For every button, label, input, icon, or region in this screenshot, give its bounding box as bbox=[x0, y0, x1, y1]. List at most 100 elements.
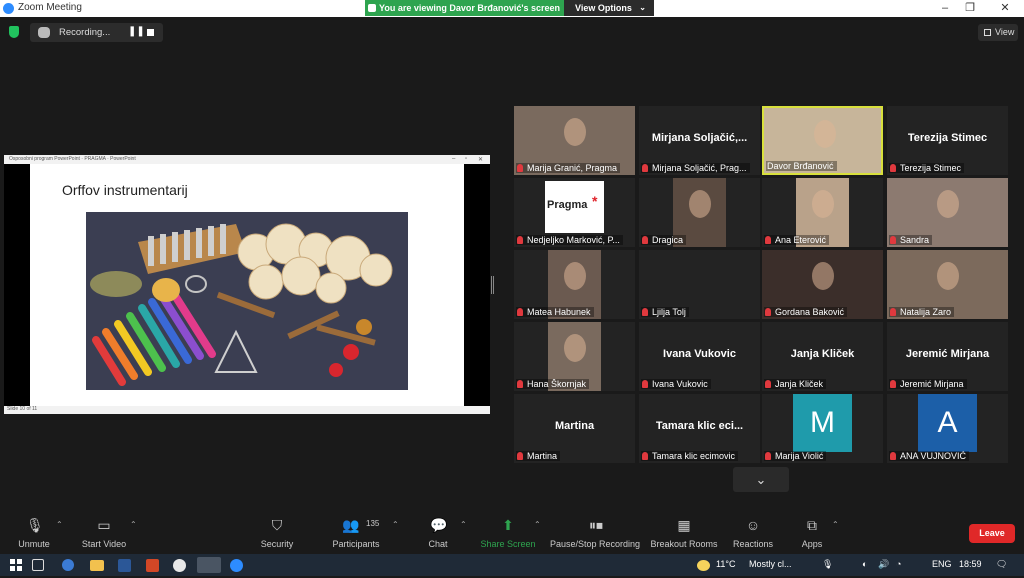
share-caret-icon[interactable]: ⌃ bbox=[534, 520, 541, 529]
breakout-rooms-button[interactable]: ▦ Breakout Rooms bbox=[650, 512, 718, 554]
participant-name: Mirjana Soljačić, Prag... bbox=[652, 163, 747, 173]
apps-button[interactable]: ⧉ Apps bbox=[796, 512, 828, 554]
chat-button[interactable]: 💬 Chat bbox=[422, 512, 454, 554]
participant-nameplate: Mirjana Soljačić, Prag... bbox=[641, 163, 750, 173]
slide-number: Slide 10 of 11 bbox=[7, 406, 38, 412]
microphone-tray-icon[interactable]: 🎙 bbox=[822, 559, 833, 570]
participant-display-name: Martina bbox=[554, 420, 595, 432]
language-indicator[interactable]: ENG bbox=[932, 559, 952, 569]
reactions-icon: ☺ bbox=[745, 517, 761, 533]
participant-tile[interactable]: Hana Škornjak bbox=[514, 322, 635, 391]
participant-tile[interactable]: Natalija Zaro bbox=[887, 250, 1008, 319]
participant-tile[interactable]: Tamara klic eci... Tamara klic ecimovic bbox=[639, 394, 760, 463]
view-options-button[interactable]: View Options ⌄ bbox=[564, 0, 654, 16]
participant-face bbox=[811, 190, 834, 218]
muted-mic-icon bbox=[890, 308, 896, 316]
tray-status-icon[interactable]: ◐ bbox=[862, 559, 867, 569]
participant-tile[interactable]: Janja Kliček Janja Kliček bbox=[762, 322, 883, 391]
task-view-icon[interactable] bbox=[32, 559, 44, 571]
participant-face bbox=[563, 262, 586, 290]
weather-temp[interactable]: 11°C bbox=[716, 559, 735, 569]
participant-tile[interactable]: Matea Habunek bbox=[514, 250, 635, 319]
chevron-down-icon: ⌄ bbox=[639, 3, 646, 12]
pp-restore-icon: ▫ bbox=[465, 156, 468, 162]
participant-nameplate: Marija Granić, Pragma bbox=[516, 163, 621, 173]
participants-button[interactable]: 👥 135 Participants bbox=[328, 512, 384, 554]
restore-icon[interactable]: ❐ bbox=[960, 1, 980, 15]
participant-tile[interactable]: Marija Granić, Pragma bbox=[514, 106, 635, 175]
close-icon[interactable]: ✕ bbox=[995, 1, 1015, 15]
apps-caret-icon[interactable]: ⌃ bbox=[832, 520, 839, 529]
participant-tile[interactable]: Ivana Vukovic Ivana Vukovic bbox=[639, 322, 760, 391]
chrome-icon[interactable] bbox=[173, 559, 186, 572]
pragma-star-icon: * bbox=[592, 193, 598, 209]
participant-tile[interactable]: A ANA VUJNOVIĆ bbox=[887, 394, 1008, 463]
powerpoint-icon[interactable] bbox=[146, 559, 159, 572]
minimize-icon[interactable]: – bbox=[935, 1, 955, 15]
panel-splitter[interactable] bbox=[491, 276, 494, 294]
windows-start-icon[interactable] bbox=[8, 557, 24, 573]
volume-icon[interactable]: 🔊 bbox=[878, 559, 889, 570]
participant-nameplate: Marija Violić bbox=[764, 451, 827, 461]
screen-share-icon bbox=[368, 4, 376, 12]
encryption-shield-icon[interactable] bbox=[9, 26, 19, 38]
notifications-icon[interactable]: 🗨 bbox=[996, 559, 1007, 570]
security-button[interactable]: ⛉ Security bbox=[256, 512, 298, 554]
participant-avatar: M bbox=[793, 394, 852, 452]
participant-nameplate: ANA VUJNOVIĆ bbox=[889, 451, 970, 461]
participant-tile[interactable]: Martina Martina bbox=[514, 394, 635, 463]
participant-face bbox=[811, 262, 834, 290]
participant-tile[interactable]: Ljilja Tolj bbox=[639, 250, 760, 319]
participant-name: Matea Habunek bbox=[527, 307, 591, 317]
participants-caret-icon[interactable]: ⌃ bbox=[392, 520, 399, 529]
participant-tile[interactable]: M Marija Violić bbox=[762, 394, 883, 463]
zoom-app-icon bbox=[3, 3, 14, 14]
reactions-button[interactable]: ☺ Reactions bbox=[730, 512, 776, 554]
stop-recording-icon[interactable] bbox=[147, 29, 154, 36]
unmute-button[interactable]: 🎙 Unmute bbox=[14, 512, 54, 554]
participant-tile[interactable]: Pragma * Nedjeljko Marković, P... bbox=[514, 178, 635, 247]
participant-tile[interactable]: Terezija Stimec Terezija Stimec bbox=[887, 106, 1008, 175]
slide: Orffov instrumentarij bbox=[30, 164, 464, 406]
pause-recording-icon[interactable]: ❚❚ bbox=[128, 26, 145, 37]
participant-name: ANA VUJNOVIĆ bbox=[900, 451, 967, 461]
video-options-caret-icon[interactable]: ⌃ bbox=[130, 520, 137, 529]
share-screen-button[interactable]: ⬆ Share Screen bbox=[480, 512, 536, 554]
weather-desc[interactable]: Mostly cl... bbox=[749, 559, 792, 569]
word-icon[interactable] bbox=[118, 559, 131, 572]
zoom-icon[interactable] bbox=[230, 559, 243, 572]
pause-stop-recording-button[interactable]: ⏸⏹ Pause/Stop Recording bbox=[550, 512, 640, 554]
leave-button[interactable]: Leave bbox=[969, 524, 1015, 543]
window-title: Zoom Meeting bbox=[18, 2, 82, 13]
participant-name: Gordana Baković bbox=[775, 307, 845, 317]
recording-indicator: Recording... ❚❚ bbox=[30, 23, 163, 42]
weather-icon[interactable] bbox=[697, 560, 710, 571]
participant-tile[interactable]: Mirjana Soljačić,... Mirjana Soljačić, Pr… bbox=[639, 106, 760, 175]
start-video-button[interactable]: ▭ Start Video bbox=[78, 512, 130, 554]
muted-mic-icon bbox=[890, 452, 896, 460]
next-page-button[interactable]: ⌄ bbox=[733, 467, 789, 492]
muted-mic-icon bbox=[765, 452, 771, 460]
participant-tile[interactable]: Dragica bbox=[639, 178, 760, 247]
clock[interactable]: 18:59 bbox=[959, 559, 982, 569]
audio-options-caret-icon[interactable]: ⌃ bbox=[56, 520, 63, 529]
participant-tile[interactable]: Jeremić Mirjana Jeremić Mirjana bbox=[887, 322, 1008, 391]
muted-mic-icon bbox=[642, 308, 648, 316]
participant-name: Nedjeljko Marković, P... bbox=[527, 235, 620, 245]
view-layout-button[interactable]: View bbox=[978, 24, 1018, 41]
windows-taskbar: 11°C Mostly cl... 🎙 ◐ 🔊 ◔ ENG 18:59 🗨 bbox=[0, 554, 1024, 576]
participant-tile[interactable]: Gordana Baković bbox=[762, 250, 883, 319]
pp-minimize-icon: – bbox=[452, 156, 456, 162]
chat-caret-icon[interactable]: ⌃ bbox=[460, 520, 467, 529]
network-icon[interactable]: ◔ bbox=[896, 559, 901, 569]
file-explorer-icon[interactable] bbox=[90, 560, 104, 571]
zoom-taskbar-item[interactable] bbox=[197, 557, 221, 573]
participant-tile[interactable]: Davor Brđanović bbox=[762, 106, 883, 175]
participant-tile[interactable]: Ana Eterović bbox=[762, 178, 883, 247]
participant-name: Jeremić Mirjana bbox=[900, 379, 964, 389]
edge-icon[interactable] bbox=[62, 559, 74, 571]
participant-face bbox=[936, 190, 959, 218]
participant-name: Terezija Stimec bbox=[900, 163, 962, 173]
participant-tile[interactable]: Sandra bbox=[887, 178, 1008, 247]
participant-name: Ljilja Tolj bbox=[652, 307, 686, 317]
